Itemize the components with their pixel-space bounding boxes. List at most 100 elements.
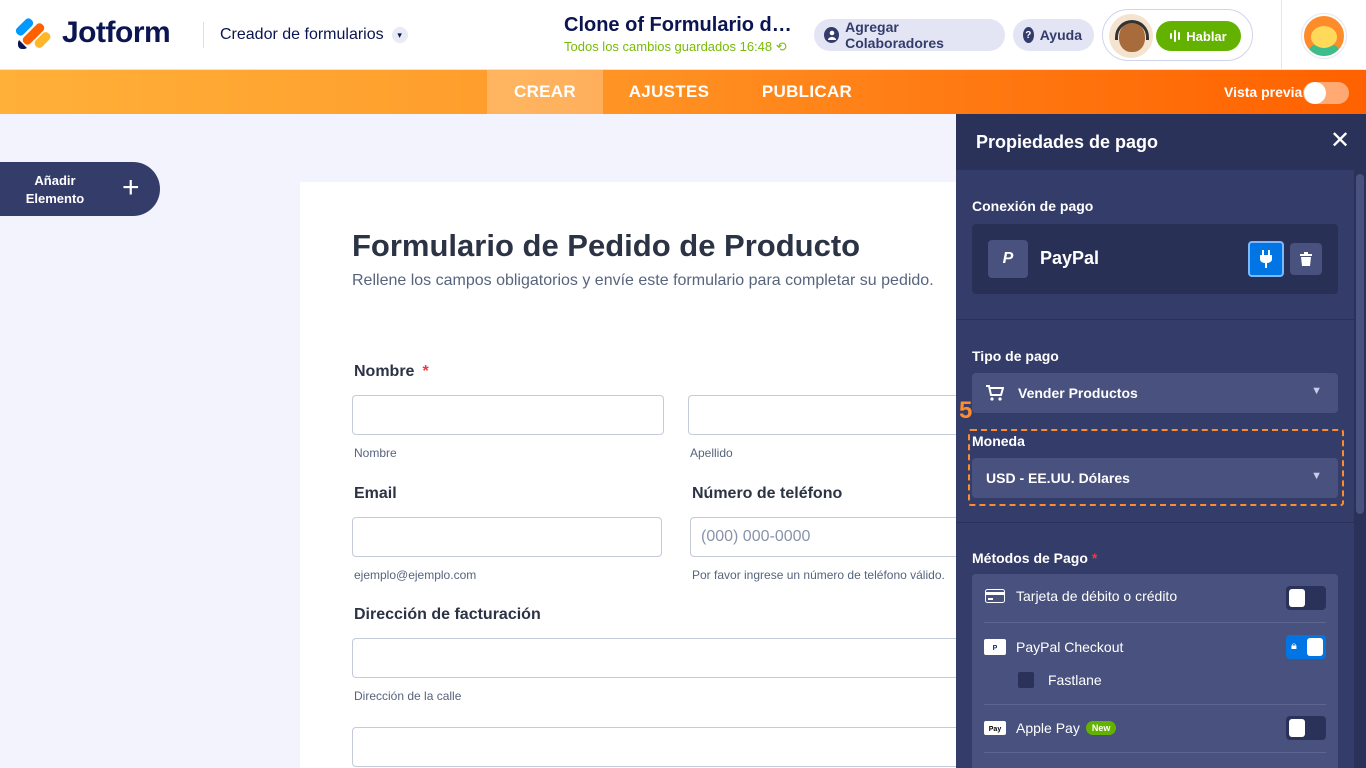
form-subheading[interactable]: Rellene los campos obligatorios y envíe … — [352, 272, 934, 290]
form-title[interactable]: Clone of Formulario de Pedido de Product… — [564, 14, 800, 37]
payment-connection-label: Conexión de pago — [972, 198, 1094, 214]
save-status: Todos los cambios guardados 16:48 ⟲ — [564, 39, 787, 54]
last-name-input[interactable] — [688, 395, 1000, 435]
trash-icon — [1300, 252, 1312, 266]
form-heading[interactable]: Formulario de Pedido de Producto — [352, 228, 860, 264]
apple-pay-icon: Pay — [984, 720, 1006, 736]
builder-navbar: CREAR AJUSTES PUBLICAR Vista previa — [0, 70, 1366, 114]
first-name-sublabel: Nombre — [354, 446, 397, 460]
top-header: Jotform Creador de formularios ▾ Clone o… — [0, 0, 1366, 70]
chevron-down-icon: ▼ — [1311, 385, 1322, 397]
panel-header: Propiedades de pago ✕ — [956, 114, 1366, 170]
connect-plug-button[interactable] — [1248, 241, 1284, 277]
ai-agent-widget[interactable]: Hablar — [1102, 9, 1253, 61]
gateway-name: PayPal — [1040, 248, 1100, 268]
fastlane-row: Fastlane — [1018, 672, 1360, 688]
chevron-down-icon: ▼ — [1311, 470, 1322, 482]
chevron-down-icon: ▾ — [391, 27, 408, 43]
applepay-method-toggle[interactable] — [1286, 716, 1326, 740]
builder-dropdown[interactable]: Creador de formularios ▾ — [220, 26, 408, 44]
builder-dropdown-label: Creador de formularios — [220, 26, 384, 43]
voice-bars-icon — [1170, 30, 1181, 42]
new-badge: New — [1085, 721, 1117, 735]
agent-avatar — [1109, 14, 1153, 58]
currency-label: Moneda — [972, 433, 1025, 449]
credit-card-icon — [984, 588, 1006, 604]
payment-type-select[interactable]: Vender Productos ▼ — [972, 373, 1338, 413]
payment-type-value: Vender Productos — [1018, 385, 1138, 401]
phone-sublabel: Por favor ingrese un número de teléfono … — [692, 568, 945, 582]
currency-select[interactable]: USD - EE.UU. Dólares ▼ — [972, 458, 1338, 498]
currency-value: USD - EE.UU. Dólares — [986, 470, 1130, 486]
method-paypal-row: P PayPal Checkout — [984, 639, 1326, 655]
email-input[interactable] — [352, 517, 662, 557]
billing-address-label[interactable]: Dirección de facturación — [354, 606, 541, 624]
payment-connection-card: P PayPal — [972, 224, 1338, 294]
payment-methods-label: Métodos de Pago * — [972, 550, 1098, 566]
email-field-label[interactable]: Email — [354, 485, 397, 503]
payment-properties-panel: Propiedades de pago ✕ Conexión de pago P… — [956, 114, 1366, 768]
cart-icon — [986, 385, 1004, 401]
header-divider-right — [1281, 0, 1282, 70]
add-element-label: Añadir Elemento — [25, 173, 85, 206]
paypal-small-icon: P — [984, 639, 1006, 655]
fastlane-checkbox[interactable] — [1018, 672, 1034, 688]
jotform-logo[interactable]: Jotform — [14, 16, 171, 50]
tab-build[interactable]: CREAR — [487, 70, 603, 114]
paypal-method-toggle[interactable]: 🔒︎ — [1286, 635, 1326, 659]
preview-toggle[interactable] — [1303, 82, 1349, 104]
section-divider — [956, 522, 1354, 523]
jotform-logo-icon — [14, 16, 53, 50]
email-sublabel: ejemplo@ejemplo.com — [354, 568, 477, 582]
tab-publish[interactable]: PUBLICAR — [748, 70, 866, 114]
phone-input[interactable]: (000) 000-0000 — [690, 517, 1000, 557]
first-name-input[interactable] — [352, 395, 664, 435]
form-title-area[interactable]: Clone of Formulario de Pedido de Product… — [564, 14, 804, 55]
method-separator — [984, 752, 1326, 753]
fastlane-label: Fastlane — [1048, 672, 1102, 688]
method-applepay-row: Pay Apple Pay New — [984, 720, 1326, 736]
brand-name: Jotform — [62, 16, 171, 49]
form-canvas: Formulario de Pedido de Producto Rellene… — [300, 182, 1000, 768]
phone-field-label[interactable]: Número de teléfono — [692, 485, 842, 503]
panel-scrollbar-thumb[interactable] — [1356, 174, 1364, 514]
question-icon: ? — [1023, 27, 1034, 43]
method-applepay-label: Apple Pay — [1016, 720, 1080, 736]
header-divider — [203, 22, 204, 48]
street-address-line2-input[interactable] — [352, 727, 1000, 767]
svg-text:P: P — [993, 645, 998, 652]
street-address-sublabel: Dirección de la calle — [354, 689, 462, 703]
add-element-button[interactable]: Añadir Elemento + — [0, 162, 160, 216]
talk-button[interactable]: Hablar — [1156, 21, 1241, 51]
card-method-toggle[interactable] — [1286, 586, 1326, 610]
plus-icon: + — [122, 171, 140, 204]
panel-title: Propiedades de pago — [976, 132, 1159, 152]
user-icon — [824, 27, 840, 43]
talk-label: Hablar — [1186, 28, 1227, 44]
phone-placeholder: (000) 000-0000 — [701, 528, 811, 545]
help-label: Ayuda — [1039, 27, 1082, 43]
method-separator — [984, 622, 1326, 623]
method-paypal-label: PayPal Checkout — [1016, 639, 1124, 655]
method-card-row: Tarjeta de débito o crédito — [984, 588, 1326, 604]
street-address-input[interactable] — [352, 638, 1000, 678]
lock-icon: 🔒︎ — [1291, 640, 1297, 652]
section-divider — [956, 319, 1354, 320]
user-avatar[interactable] — [1302, 14, 1346, 58]
required-marker: * — [422, 363, 429, 380]
add-collaborators-button[interactable]: Agregar Colaboradores — [814, 19, 1005, 51]
paypal-icon: P — [988, 240, 1028, 278]
plug-icon — [1260, 250, 1272, 268]
add-collaborators-label: Agregar Colaboradores — [845, 19, 944, 51]
tab-settings[interactable]: AJUSTES — [614, 70, 724, 114]
name-field-label[interactable]: Nombre * — [354, 363, 429, 381]
method-card-label: Tarjeta de débito o crédito — [1016, 588, 1178, 604]
delete-connection-button[interactable] — [1290, 243, 1322, 275]
preview-label: Vista previa — [1224, 84, 1303, 100]
help-button[interactable]: ? Ayuda — [1013, 19, 1094, 51]
close-icon[interactable]: ✕ — [1330, 128, 1350, 154]
method-separator — [984, 704, 1326, 705]
step-number-badge: 5 — [959, 397, 973, 424]
payment-type-label: Tipo de pago — [972, 348, 1059, 364]
payment-methods-list: Tarjeta de débito o crédito P PayPal Che… — [972, 574, 1338, 768]
